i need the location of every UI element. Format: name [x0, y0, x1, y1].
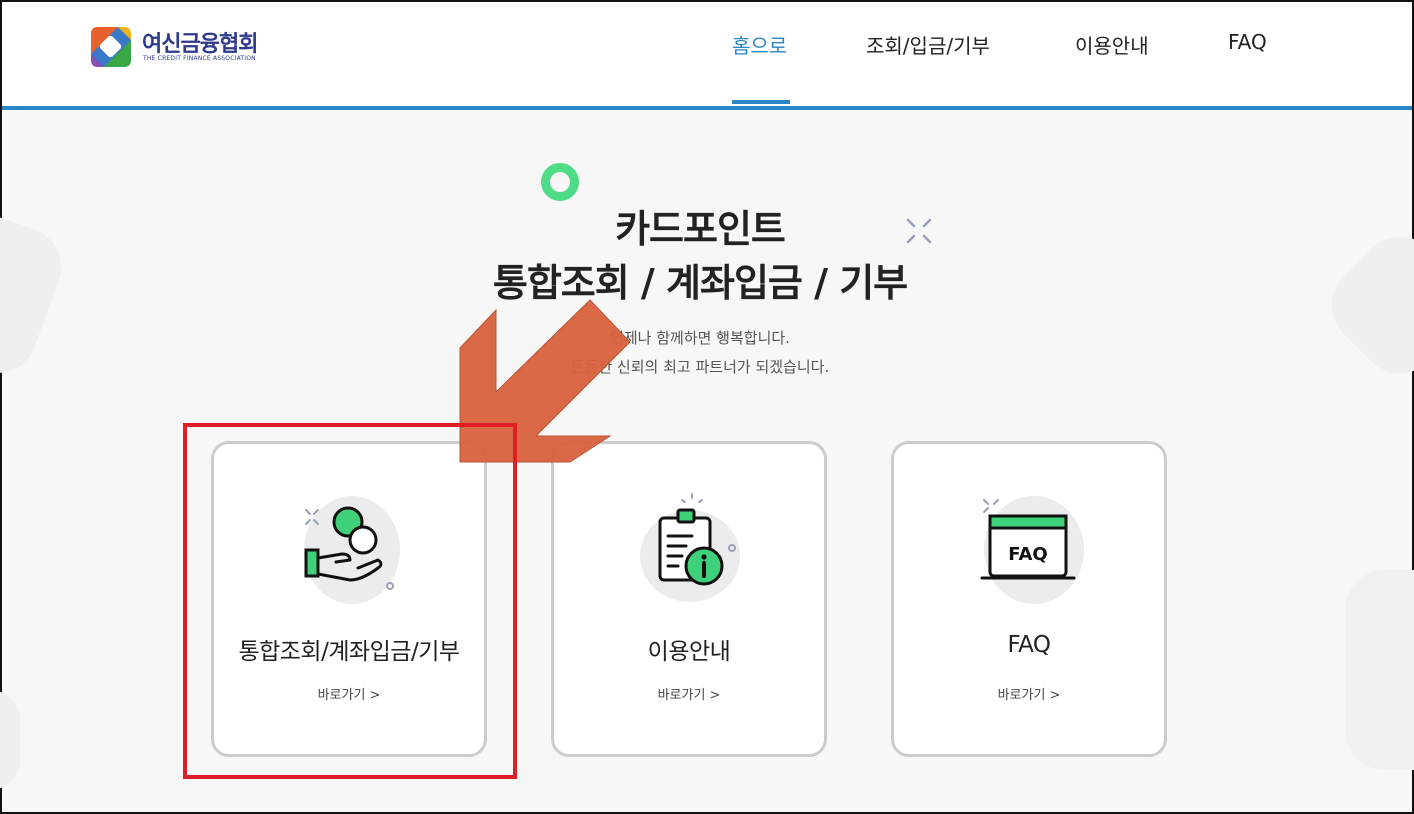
nav-home[interactable]: 홈으로 — [732, 30, 787, 59]
logo-text-english: THE CREDIT FINANCE ASSOCIATION — [143, 55, 256, 62]
faq-icon-text: FAQ — [1008, 544, 1047, 565]
site-logo[interactable]: 여신금융협회 THE CREDIT FINANCE ASSOCIATION — [90, 26, 270, 70]
annotation-highlight-box — [183, 423, 517, 779]
card-faq[interactable]: FAQ FAQ 바로가기 > — [891, 441, 1167, 757]
faq-window-icon: FAQ — [980, 496, 1084, 604]
shortcut-link-guide[interactable]: 바로가기 > — [554, 684, 824, 703]
nav-faq[interactable]: FAQ — [1228, 30, 1267, 54]
ring-decoration-icon — [541, 163, 579, 201]
shortcut-link-faq[interactable]: 바로가기 > — [894, 684, 1164, 703]
card-guide[interactable]: 이용안내 바로가기 > — [551, 441, 827, 757]
nav-inquiry-deposit-donate[interactable]: 조회/입금/기부 — [866, 30, 990, 59]
nav-active-underline — [732, 100, 790, 104]
card-title-guide: 이용안내 — [647, 639, 731, 665]
top-header: 여신금융협회 THE CREDIT FINANCE ASSOCIATION 홈으… — [2, 2, 1412, 110]
nav-guide[interactable]: 이용안내 — [1075, 30, 1149, 59]
card-title-faq: FAQ — [1007, 632, 1051, 658]
hero-title-line1: 카드포인트 — [615, 207, 786, 251]
logo-text-korean: 여신금융협회 — [142, 32, 258, 57]
clipboard-info-icon — [640, 493, 740, 602]
background-shape-right-bottom — [1345, 570, 1414, 770]
logo-mark-icon — [91, 27, 131, 67]
